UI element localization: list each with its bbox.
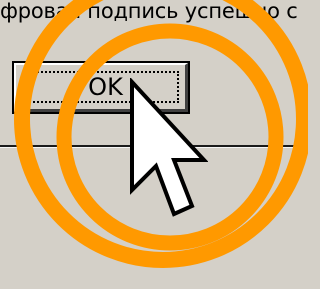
- dialog-message: фровая подпись успешно с: [0, 0, 298, 23]
- dialog-window: фровая подпись успешно с OK: [0, 0, 308, 289]
- arrow-pointer-icon: [130, 78, 208, 217]
